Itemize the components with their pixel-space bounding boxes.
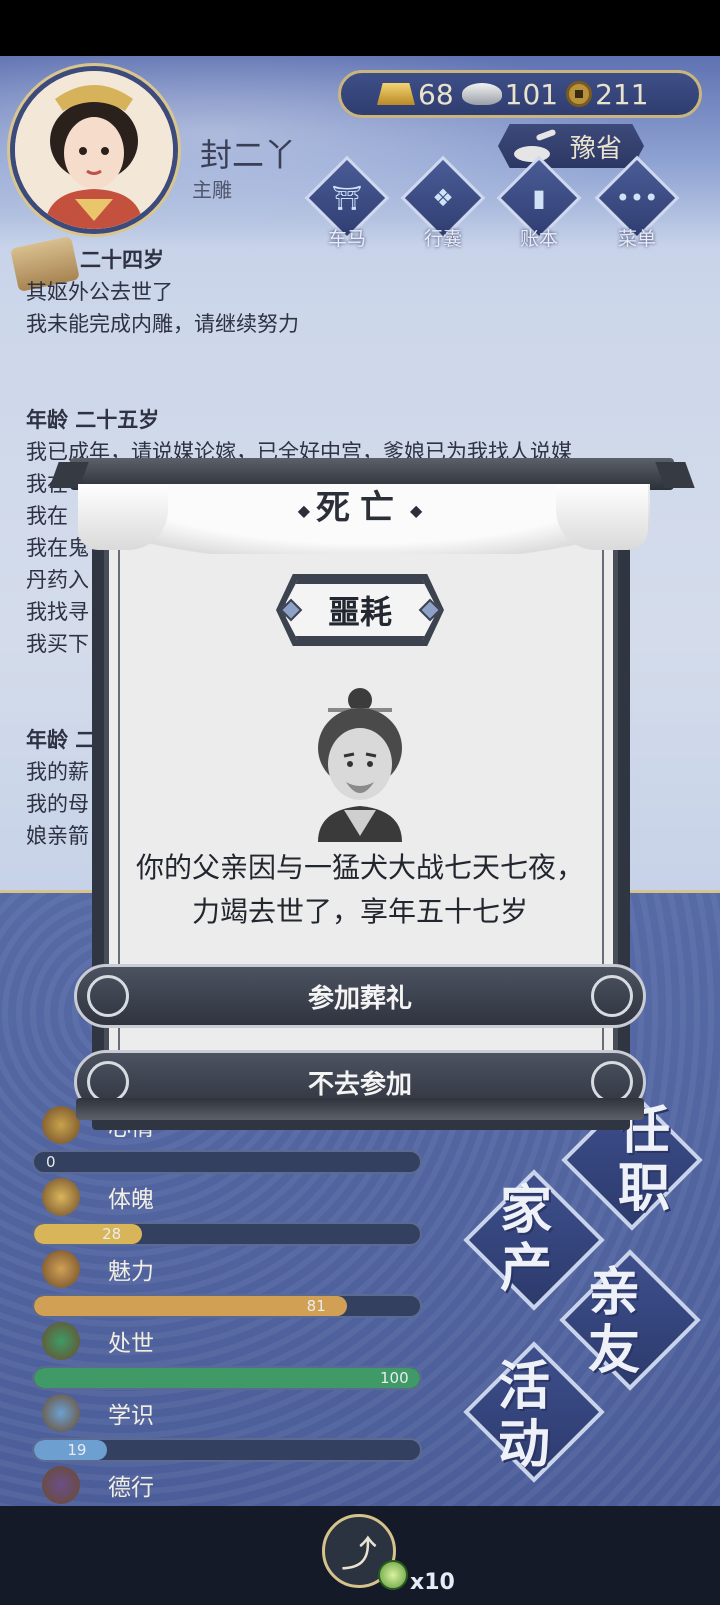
dialog-title: ◆ 死亡 ◆ [240,480,480,529]
status-bar [0,0,720,56]
scroll-bottom-rod [76,1098,644,1120]
share-reward-count: x10 [410,1570,455,1595]
dialog-title-text: 死亡 [316,488,404,528]
share-icon: ⤴ [340,1534,377,1575]
game-screen: 封二丫 主雕 68 101 211 豫省 ⛩ 车马 ❖ 行囊 ▮ 账本 ••• … [0,0,720,1605]
title-dot-icon: ◆ [297,500,310,520]
title-dot-icon: ◆ [410,500,423,520]
drape-right [556,484,648,550]
jade-token-icon [378,1560,408,1590]
cloud-swirl-icon [87,1061,129,1103]
bad-news-badge: 噩耗 [282,580,438,640]
father-portrait-icon [318,688,402,842]
cloud-swirl-icon [87,975,129,1017]
attend-funeral-label: 参加葬礼 [307,983,412,1014]
cloud-swirl-icon [591,975,633,1017]
cloud-swirl-icon [591,1061,633,1103]
attend-funeral-button[interactable]: 参加葬礼 [74,964,646,1028]
dialog-message: 你的父亲因与一猛犬大战七天七夜，力竭去世了，享年五十七岁 [135,851,584,928]
skip-funeral-label: 不去参加 [307,1069,412,1100]
